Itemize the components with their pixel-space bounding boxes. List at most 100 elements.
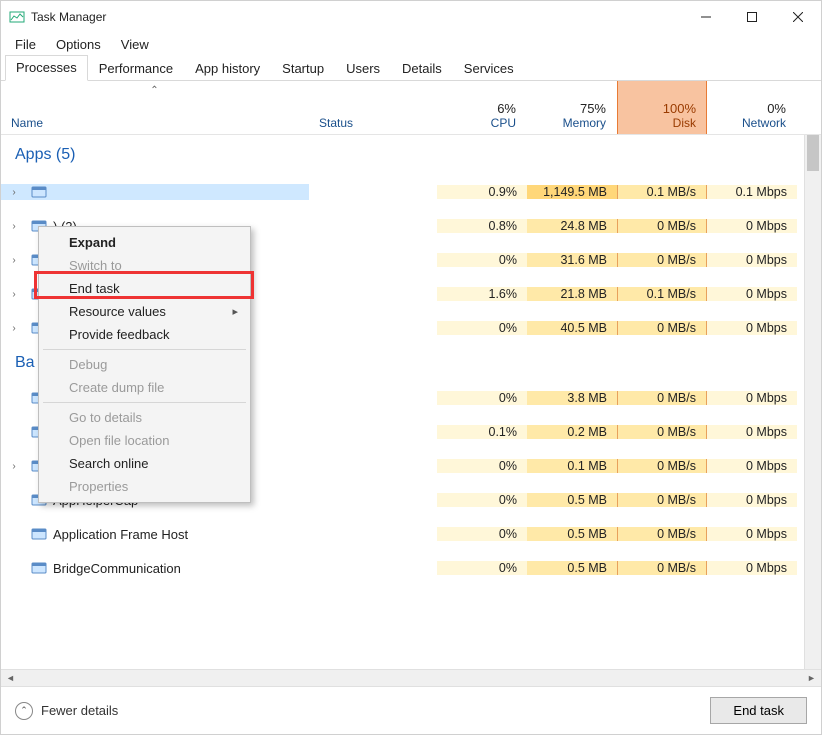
- task-manager-window: Task Manager File Options View Processes…: [0, 0, 822, 735]
- cpu-cell: 1.6%: [437, 287, 527, 301]
- fewer-details-label: Fewer details: [41, 703, 118, 718]
- ctx-end-task[interactable]: End task: [41, 277, 248, 300]
- column-name[interactable]: ⌃ Name: [1, 81, 309, 134]
- group-header-apps[interactable]: Apps (5): [1, 135, 821, 175]
- ctx-separator: [43, 349, 246, 350]
- cpu-cell: 0%: [437, 321, 527, 335]
- memory-cell: 0.5 MB: [527, 527, 617, 541]
- network-cell: 0 Mbps: [707, 219, 797, 233]
- column-name-label: Name: [11, 116, 298, 130]
- tab-performance[interactable]: Performance: [88, 56, 184, 81]
- disk-percent: 100%: [628, 101, 696, 116]
- memory-cell: 31.6 MB: [527, 253, 617, 267]
- cpu-cell: 0%: [437, 527, 527, 541]
- app-icon: [9, 9, 25, 25]
- column-status-label: Status: [319, 116, 426, 130]
- chevron-up-icon: ⌃: [15, 702, 33, 720]
- expand-chevron-icon[interactable]: ›: [9, 187, 19, 198]
- close-button[interactable]: [775, 1, 821, 33]
- ctx-resource-values[interactable]: Resource values▸: [41, 300, 248, 323]
- tab-details[interactable]: Details: [391, 56, 453, 81]
- column-status[interactable]: Status: [309, 81, 437, 134]
- tab-services[interactable]: Services: [453, 56, 525, 81]
- disk-cell: 0 MB/s: [617, 493, 707, 507]
- network-cell: 0 Mbps: [707, 459, 797, 473]
- tab-strip: Processes Performance App history Startu…: [1, 55, 821, 81]
- memory-cell: 40.5 MB: [527, 321, 617, 335]
- maximize-button[interactable]: [729, 1, 775, 33]
- title-bar: Task Manager: [1, 1, 821, 33]
- menu-view[interactable]: View: [111, 35, 159, 54]
- scrollbar-thumb[interactable]: [807, 135, 819, 171]
- expand-chevron-icon[interactable]: ›: [9, 461, 19, 472]
- table-row[interactable]: › Application Frame Host 0% 0.5 MB 0 MB/…: [1, 517, 821, 551]
- tab-users[interactable]: Users: [335, 56, 391, 81]
- memory-cell: 0.1 MB: [527, 459, 617, 473]
- ctx-go-to-details: Go to details: [41, 406, 248, 429]
- fewer-details-button[interactable]: ⌃ Fewer details: [15, 702, 118, 720]
- disk-cell: 0 MB/s: [617, 459, 707, 473]
- column-disk[interactable]: 100% Disk: [617, 81, 707, 134]
- expand-chevron-icon[interactable]: ›: [9, 221, 19, 232]
- end-task-button[interactable]: End task: [710, 697, 807, 724]
- ctx-resource-values-label: Resource values: [69, 304, 166, 319]
- cpu-cell: 0%: [437, 493, 527, 507]
- minimize-button[interactable]: [683, 1, 729, 33]
- expand-chevron-icon[interactable]: ›: [9, 255, 19, 266]
- column-cpu[interactable]: 6% CPU: [437, 81, 527, 134]
- memory-label: Memory: [537, 116, 606, 130]
- cpu-label: CPU: [447, 116, 516, 130]
- disk-cell: 0 MB/s: [617, 253, 707, 267]
- disk-cell: 0 MB/s: [617, 561, 707, 575]
- cpu-cell: 0.1%: [437, 425, 527, 439]
- disk-cell: 0.1 MB/s: [617, 287, 707, 301]
- memory-cell: 0.5 MB: [527, 561, 617, 575]
- ctx-search-online[interactable]: Search online: [41, 452, 248, 475]
- network-label: Network: [717, 116, 786, 130]
- network-cell: 0 Mbps: [707, 561, 797, 575]
- disk-cell: 0 MB/s: [617, 391, 707, 405]
- group-apps-label: Apps (5): [1, 146, 309, 164]
- disk-cell: 0 MB/s: [617, 527, 707, 541]
- ctx-properties: Properties: [41, 475, 248, 498]
- memory-cell: 24.8 MB: [527, 219, 617, 233]
- ctx-switch-to: Switch to: [41, 254, 248, 277]
- column-memory[interactable]: 75% Memory: [527, 81, 617, 134]
- cpu-percent: 6%: [447, 101, 516, 116]
- tab-processes[interactable]: Processes: [5, 55, 88, 81]
- disk-cell: 0.1 MB/s: [617, 185, 707, 199]
- ctx-provide-feedback[interactable]: Provide feedback: [41, 323, 248, 346]
- process-icon: [31, 560, 47, 576]
- table-row[interactable]: › BridgeCommunication 0% 0.5 MB 0 MB/s 0…: [1, 551, 821, 585]
- column-network[interactable]: 0% Network: [707, 81, 797, 134]
- scroll-left-icon[interactable]: ◄: [3, 672, 18, 685]
- process-icon: [31, 526, 47, 542]
- disk-cell: 0 MB/s: [617, 425, 707, 439]
- tab-startup[interactable]: Startup: [271, 56, 335, 81]
- menu-options[interactable]: Options: [46, 35, 111, 54]
- ctx-open-file-location: Open file location: [41, 429, 248, 452]
- ctx-expand[interactable]: Expand: [41, 231, 248, 254]
- memory-cell: 0.5 MB: [527, 493, 617, 507]
- sort-indicator-icon: ⌃: [150, 85, 158, 96]
- tab-app-history[interactable]: App history: [184, 56, 271, 81]
- horizontal-scrollbar[interactable]: ◄ ►: [1, 669, 821, 686]
- cpu-cell: 0%: [437, 391, 527, 405]
- scroll-right-icon[interactable]: ►: [804, 672, 819, 685]
- disk-label: Disk: [628, 116, 696, 130]
- network-cell: 0 Mbps: [707, 493, 797, 507]
- network-cell: 0 Mbps: [707, 527, 797, 541]
- network-cell: 0 Mbps: [707, 321, 797, 335]
- vertical-scrollbar[interactable]: [804, 135, 821, 669]
- menu-file[interactable]: File: [5, 35, 46, 54]
- expand-chevron-icon[interactable]: ›: [9, 323, 19, 334]
- table-row[interactable]: › 0.9% 1,149.5 MB 0.1 MB/s 0.1 Mbps: [1, 175, 821, 209]
- cpu-cell: 0%: [437, 253, 527, 267]
- expand-chevron-icon[interactable]: ›: [9, 289, 19, 300]
- network-cell: 0 Mbps: [707, 425, 797, 439]
- disk-cell: 0 MB/s: [617, 321, 707, 335]
- network-cell: 0 Mbps: [707, 287, 797, 301]
- ctx-debug: Debug: [41, 353, 248, 376]
- footer-bar: ⌃ Fewer details End task: [1, 686, 821, 734]
- ctx-create-dump: Create dump file: [41, 376, 248, 399]
